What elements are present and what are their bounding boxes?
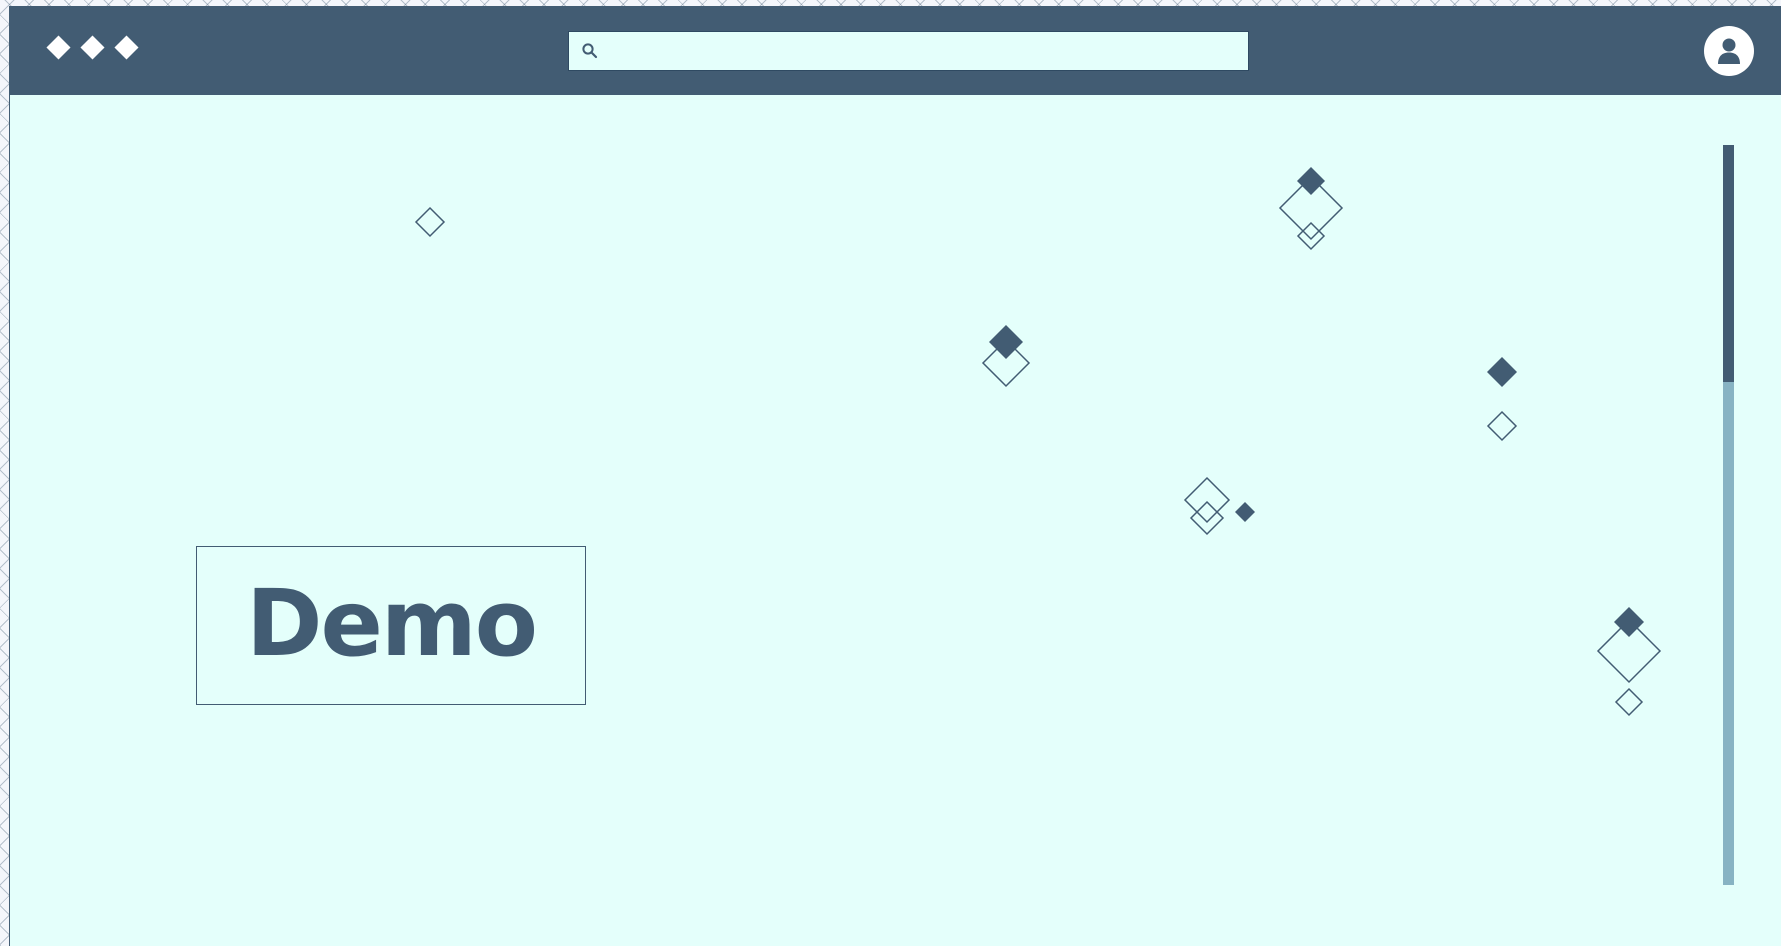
diamond-outline xyxy=(414,206,446,238)
diamond-filled xyxy=(1487,357,1517,387)
diamond-outline xyxy=(1296,221,1326,251)
main-content: Demo xyxy=(10,95,1781,946)
logo-diamond xyxy=(46,35,71,60)
search-bar[interactable] xyxy=(568,31,1249,71)
diamond-filled xyxy=(1235,502,1255,522)
scrollbar[interactable] xyxy=(1723,145,1734,885)
diamond-outline xyxy=(1183,476,1231,524)
diamond-outline xyxy=(1486,410,1518,442)
logo-diamond xyxy=(80,35,105,60)
diamond-filled xyxy=(989,325,1023,359)
page-title: Demo xyxy=(246,569,538,677)
top-bar xyxy=(10,7,1781,95)
scrollbar-thumb[interactable] xyxy=(1723,145,1734,382)
user-avatar-button[interactable] xyxy=(1704,26,1754,76)
diamond-filled xyxy=(1614,607,1644,637)
decorative-diamonds xyxy=(414,167,1662,717)
app-window: Demo xyxy=(9,6,1781,946)
search-icon xyxy=(582,43,598,59)
logo-diamond xyxy=(114,35,139,60)
user-icon xyxy=(1718,38,1740,64)
demo-title-box: Demo xyxy=(196,546,586,705)
logo-diamonds-icon[interactable] xyxy=(46,35,139,60)
diamond-outline xyxy=(1614,687,1644,717)
search-input[interactable] xyxy=(599,32,1248,70)
diamond-outline xyxy=(1189,500,1225,536)
diamond-filled xyxy=(1297,167,1325,195)
